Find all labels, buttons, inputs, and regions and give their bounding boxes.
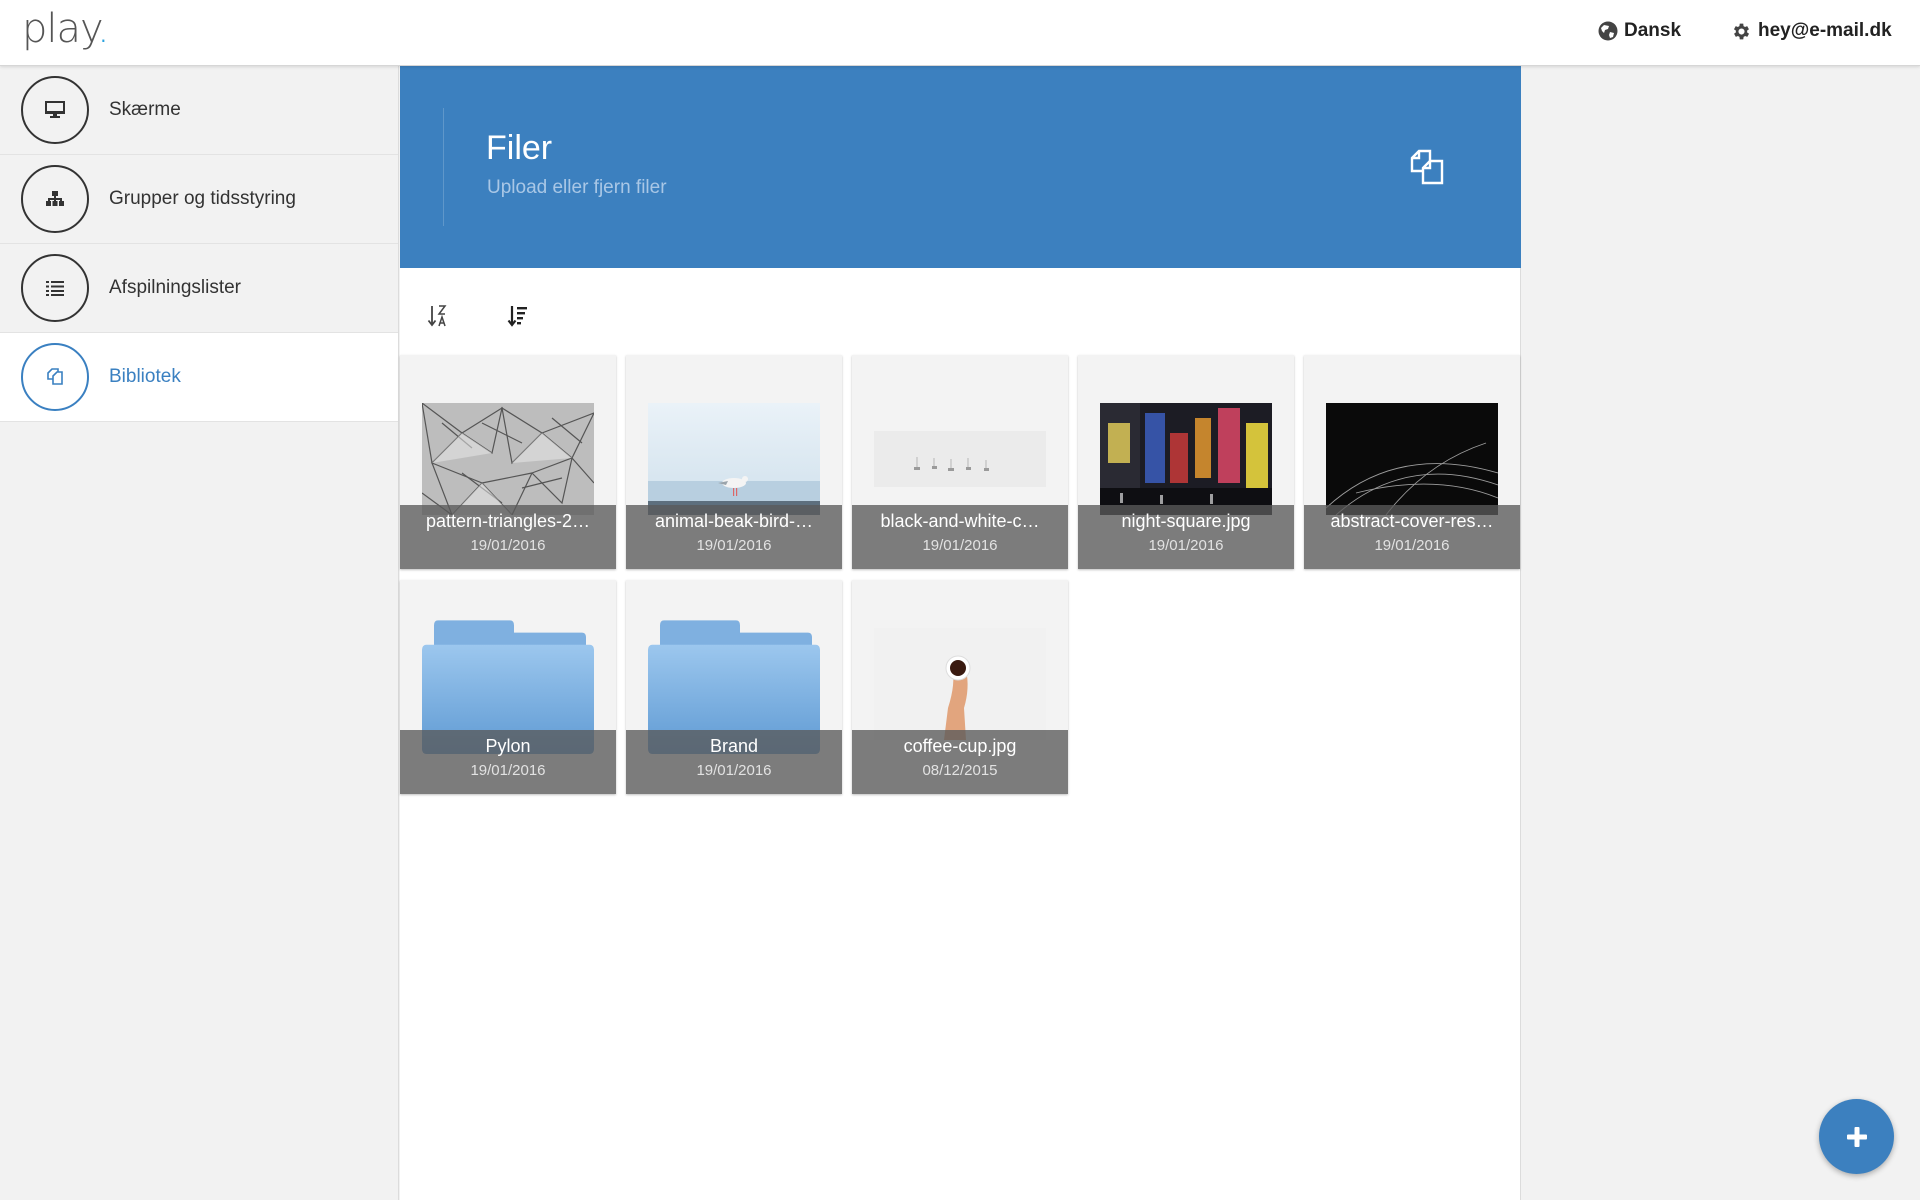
app-logo[interactable]: play. xyxy=(22,6,110,52)
account-menu[interactable]: hey@e-mail.dk xyxy=(1731,20,1892,42)
file-thumbnail xyxy=(422,403,594,515)
file-tile[interactable]: black-and-white-c… 19/01/2016 xyxy=(852,355,1068,569)
sort-alpha-icon xyxy=(427,305,447,327)
banner-divider xyxy=(443,108,444,226)
file-date: 19/01/2016 xyxy=(470,762,546,779)
sidebar-item-label: Afspilningslister xyxy=(109,277,241,298)
files-copy-icon[interactable] xyxy=(1409,148,1447,191)
file-tile[interactable]: animal-beak-bird-… 19/01/2016 xyxy=(626,355,842,569)
nav-icon-circle xyxy=(21,254,89,322)
file-thumbnail xyxy=(874,403,1046,515)
page-title: Filer xyxy=(486,129,553,167)
file-caption: pattern-triangles-2… 19/01/2016 xyxy=(400,505,616,569)
globe-icon xyxy=(1598,21,1618,41)
file-name: animal-beak-bird-… xyxy=(654,511,814,531)
add-file-button[interactable] xyxy=(1819,1099,1894,1174)
sidebar: Skærme Grupper og tidsstyring Afspilning… xyxy=(0,66,399,1200)
file-caption: Pylon 19/01/2016 xyxy=(400,730,616,794)
file-caption: coffee-cup.jpg 08/12/2015 xyxy=(852,730,1068,794)
library-files-icon xyxy=(47,368,63,385)
nav-icon-circle xyxy=(21,76,89,144)
file-caption: abstract-cover-res… 19/01/2016 xyxy=(1304,505,1520,569)
monitor-icon xyxy=(45,101,65,118)
file-caption: animal-beak-bird-… 19/01/2016 xyxy=(626,505,842,569)
file-date: 19/01/2016 xyxy=(696,762,772,779)
file-thumbnail xyxy=(874,628,1046,740)
nav-icon-circle xyxy=(21,165,89,233)
sort-alphabetical-button[interactable] xyxy=(416,294,460,338)
plus-icon xyxy=(1846,1126,1867,1147)
file-date: 19/01/2016 xyxy=(1148,537,1224,554)
folder-tile[interactable]: Brand 19/01/2016 xyxy=(626,580,842,794)
file-name: black-and-white-c… xyxy=(880,511,1040,531)
file-tile[interactable]: pattern-triangles-2… 19/01/2016 xyxy=(400,355,616,569)
logo-dot: . xyxy=(96,6,110,52)
sidebar-item-playlists[interactable]: Afspilningslister xyxy=(0,244,398,333)
file-name: pattern-triangles-2… xyxy=(425,511,591,531)
sort-list-button[interactable] xyxy=(496,294,540,338)
file-tile[interactable]: abstract-cover-res… 19/01/2016 xyxy=(1304,355,1520,569)
file-date: 19/01/2016 xyxy=(470,537,546,554)
file-date: 19/01/2016 xyxy=(1374,537,1450,554)
file-date: 08/12/2015 xyxy=(922,762,998,779)
page-header-banner: Filer Upload eller fjern filer xyxy=(400,66,1521,268)
account-email: hey@e-mail.dk xyxy=(1758,20,1892,41)
nav-icon-circle xyxy=(21,343,89,411)
file-caption: black-and-white-c… 19/01/2016 xyxy=(852,505,1068,569)
hierarchy-icon xyxy=(46,191,64,206)
file-name: coffee-cup.jpg xyxy=(903,736,1017,756)
file-thumbnail xyxy=(1100,403,1272,515)
top-bar: play. Dansk hey@e-mail.dk xyxy=(0,0,1920,66)
folder-name: Pylon xyxy=(485,736,531,756)
file-caption: Brand 19/01/2016 xyxy=(626,730,842,794)
logo-text: play xyxy=(22,6,98,52)
sidebar-item-label: Skærme xyxy=(109,99,181,120)
file-name: night-square.jpg xyxy=(1121,511,1251,531)
file-date: 19/01/2016 xyxy=(922,537,998,554)
sidebar-item-screens[interactable]: Skærme xyxy=(0,66,398,155)
file-caption: night-square.jpg 19/01/2016 xyxy=(1078,505,1294,569)
language-label: Dansk xyxy=(1624,20,1682,41)
file-tile[interactable]: coffee-cup.jpg 08/12/2015 xyxy=(852,580,1068,794)
file-thumbnail xyxy=(648,403,820,515)
sidebar-item-groups[interactable]: Grupper og tidsstyring xyxy=(0,155,398,244)
folder-tile[interactable]: Pylon 19/01/2016 xyxy=(400,580,616,794)
sidebar-item-library[interactable]: Bibliotek xyxy=(0,333,398,422)
page-subtitle: Upload eller fjern filer xyxy=(487,177,667,198)
file-name: abstract-cover-res… xyxy=(1330,511,1494,531)
list-icon xyxy=(46,281,64,296)
main-panel: Filer Upload eller fjern filer pattern-t… xyxy=(400,66,1521,1200)
file-date: 19/01/2016 xyxy=(696,537,772,554)
sidebar-item-label: Grupper og tidsstyring xyxy=(109,188,296,209)
sidebar-item-label: Bibliotek xyxy=(109,366,181,387)
gear-icon xyxy=(1733,23,1750,39)
language-selector[interactable]: Dansk xyxy=(1598,20,1681,42)
folder-name: Brand xyxy=(709,736,759,756)
sort-list-icon xyxy=(507,306,527,327)
file-thumbnail xyxy=(1326,403,1498,515)
file-tile[interactable]: night-square.jpg 19/01/2016 xyxy=(1078,355,1294,569)
